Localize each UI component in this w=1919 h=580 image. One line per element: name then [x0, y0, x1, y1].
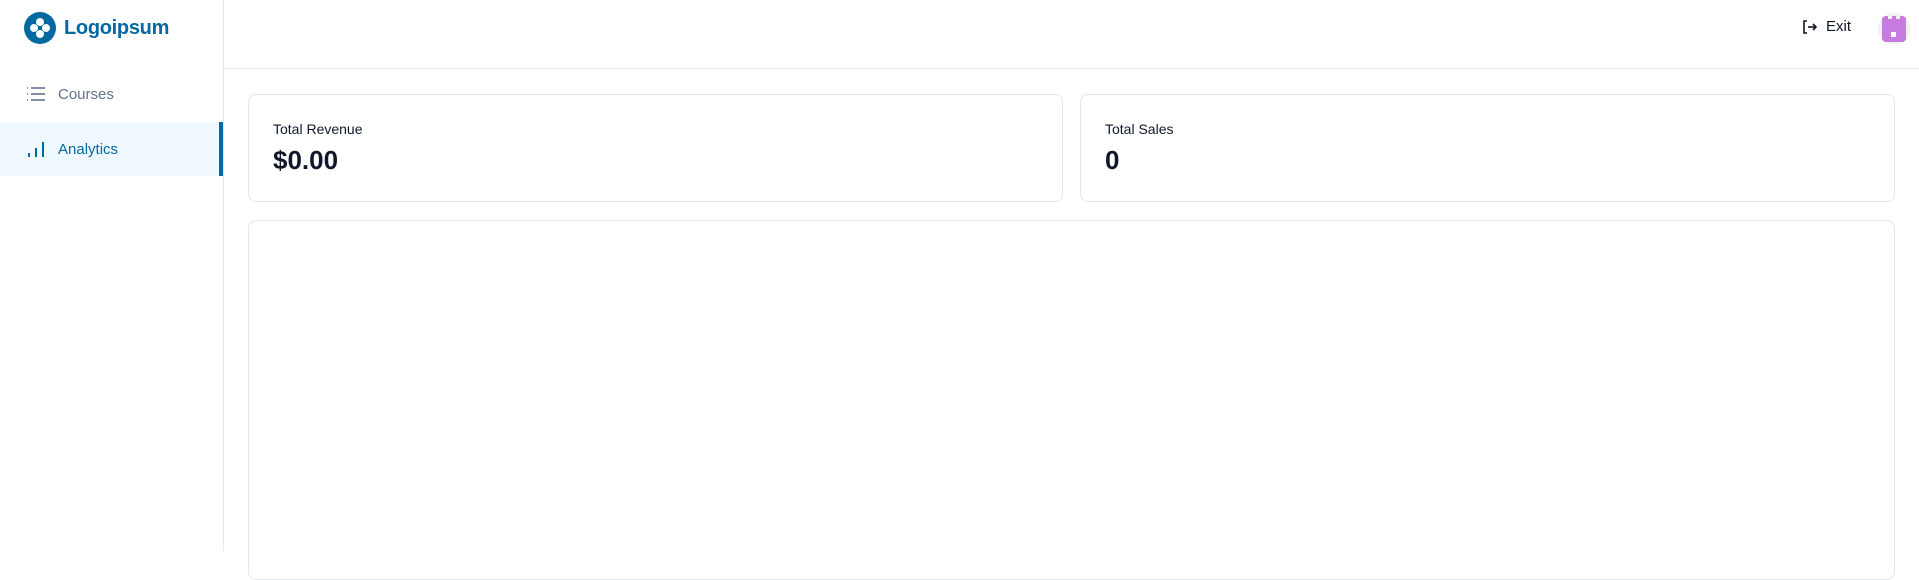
- logo-icon: [24, 12, 56, 44]
- sidebar-item-courses[interactable]: Courses: [0, 67, 223, 121]
- total-revenue-card: Total Revenue $0.00: [248, 94, 1063, 202]
- logo-text: Logoipsum: [64, 16, 170, 39]
- total-sales-value: 0: [1105, 145, 1120, 175]
- avatar[interactable]: [1878, 13, 1910, 45]
- sidebar: Logoipsum Courses Analytics: [0, 0, 224, 551]
- sidebar-item-label: Courses: [58, 85, 114, 103]
- list-icon: [27, 87, 45, 101]
- logo[interactable]: Logoipsum: [24, 12, 169, 44]
- total-sales-card: Total Sales 0: [1080, 94, 1895, 202]
- sidebar-item-label: Analytics: [58, 140, 119, 158]
- total-revenue-value: $0.00: [273, 145, 339, 175]
- log-out-icon: [1803, 19, 1818, 34]
- total-sales-label: Total Sales: [1105, 121, 1174, 137]
- total-revenue-label: Total Revenue: [273, 121, 363, 137]
- exit-button[interactable]: Exit: [1802, 18, 1851, 35]
- sidebar-item-analytics[interactable]: Analytics: [0, 122, 223, 176]
- chart-panel: [248, 220, 1895, 580]
- avatar-image: [1882, 16, 1906, 42]
- top-header: Exit: [224, 0, 1919, 69]
- exit-label: Exit: [1825, 18, 1851, 35]
- bar-chart-icon: [28, 142, 44, 157]
